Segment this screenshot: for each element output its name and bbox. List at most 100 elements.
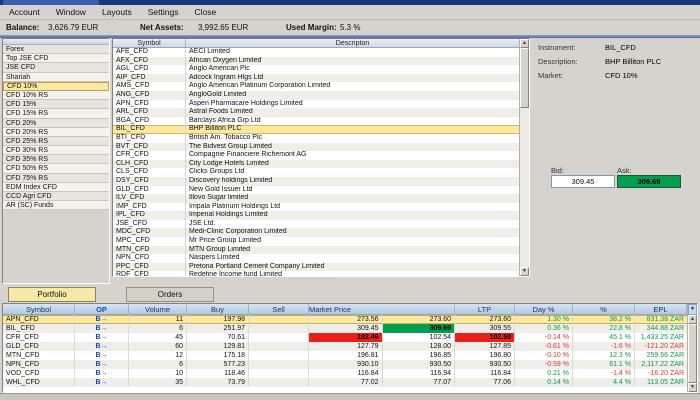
portfolio-column-header-epl[interactable]: EPL xyxy=(635,304,687,314)
instruments-scrollbar[interactable]: ▲ ▼ xyxy=(519,39,529,276)
market-group-ar-sc-funds[interactable]: AR (SC) Funds xyxy=(3,201,109,210)
market-group-cfd-35-rs[interactable]: CFD 35% RS xyxy=(3,155,109,164)
market-group-forex[interactable]: Forex xyxy=(3,45,109,54)
market-group-cfd-10[interactable]: CFD 10% xyxy=(3,82,109,91)
instrument-row-agl-cfd[interactable]: AGL_CFDAnglo American Plc xyxy=(113,65,519,74)
instrument-row-cfr-cfd[interactable]: CFR_CFDCompagnie Financiere Richemont AG xyxy=(113,151,519,160)
bid-price-button[interactable]: 309.45 xyxy=(551,175,615,188)
market-group-cfd-30-rs[interactable]: CFD 30% RS xyxy=(3,146,109,155)
instrument-row-arl-cfd[interactable]: ARL_CFDAstral Foods Limited xyxy=(113,108,519,117)
market-group-cfd-15[interactable]: CFD 15% xyxy=(3,100,109,109)
scrollbar-track[interactable] xyxy=(688,324,697,383)
market-group-cfd-50-rs[interactable]: CFD 50% RS xyxy=(3,164,109,173)
instrument-row-apn-cfd[interactable]: APN_CFDAspen Pharmacare Holdings Limited xyxy=(113,100,519,109)
tab-portfolio[interactable]: Portfolio xyxy=(8,287,96,302)
position-percent: 45.1 % xyxy=(573,333,635,342)
scrollbar-thumb[interactable] xyxy=(688,324,697,383)
position-symbol: APN_CFD xyxy=(3,315,75,324)
scroll-up-button[interactable]: ▲ xyxy=(520,39,529,48)
market-group-edm-index-cfd[interactable]: EDM Index CFD xyxy=(3,183,109,192)
market-price-cell: 309.45309.69 xyxy=(309,324,455,333)
instrument-row-dsy-cfd[interactable]: DSY_CFDDiscovery holdings Limited xyxy=(113,177,519,186)
instrument-description: Naspers Limited xyxy=(186,254,519,263)
portfolio-column-header-day[interactable]: Day % xyxy=(515,304,573,314)
portfolio-row-whl-cfd[interactable]: WHL_CFDB→3573.7977.0277.0777.060.14 %4.4… xyxy=(3,378,687,387)
scrollbar-thumb[interactable] xyxy=(520,48,529,108)
portfolio-column-header-sell[interactable]: Sell xyxy=(249,304,309,314)
portfolio-column-header-volume[interactable]: Volume xyxy=(129,304,187,314)
portfolio-column-header-market-price[interactable]: Market Price xyxy=(309,304,455,314)
portfolio-row-apn-cfd[interactable]: APN_CFDB→11197.98273.56273.60273.601.30 … xyxy=(3,315,687,324)
position-epl: 344.88 ZAR xyxy=(635,324,687,333)
instrument-row-npn-cfd[interactable]: NPN_CFDNaspers Limited xyxy=(113,254,519,263)
instrument-row-gld-cfd[interactable]: GLD_CFDNew Gold Issuer Ltd xyxy=(113,186,519,195)
instrument-row-mtn-cfd[interactable]: MTN_CFDMTN Group Limited xyxy=(113,246,519,255)
column-header-description[interactable]: Descripton xyxy=(186,39,519,47)
instrument-symbol: BGA_CFD xyxy=(113,117,186,126)
instrument-row-bti-cfd[interactable]: BTI_CFDBritish Am. Tobacco Plc xyxy=(113,134,519,143)
portfolio-column-header-ltp[interactable]: LTP xyxy=(455,304,515,314)
instrument-row-ipl-cfd[interactable]: IPL_CFDImperial Holdings Limited xyxy=(113,211,519,220)
portfolio-row-cfr-cfd[interactable]: CFR_CFDB→4570.61102.46102.54102.50-0.14 … xyxy=(3,333,687,342)
column-header-symbol[interactable]: Symbol xyxy=(113,39,186,47)
instrument-row-bil-cfd[interactable]: BIL_CFDBHP Billiton PLC xyxy=(113,125,519,134)
market-group-cfd-20-rs[interactable]: CFD 20% RS xyxy=(3,128,109,137)
market-group-jse-cfd[interactable]: JSE CFD xyxy=(3,63,109,72)
portfolio-row-gld-cfd[interactable]: GLD_CFDB→60129.81127.79128.00127.85-0.61… xyxy=(3,342,687,351)
market-group-cfd-10-rs[interactable]: CFD 10% RS xyxy=(3,91,109,100)
scroll-up-button[interactable]: ▲ xyxy=(688,315,697,324)
portfolio-row-vod-cfd[interactable]: VOD_CFDB→10118.46116.84116.94116.840.21 … xyxy=(3,369,687,378)
scroll-down-button[interactable]: ▼ xyxy=(520,267,529,276)
instrument-row-mpc-cfd[interactable]: MPC_CFDMr Price Group Limited xyxy=(113,237,519,246)
market-price-cell: 102.46102.54 xyxy=(309,333,455,342)
instrument-row-ams-cfd[interactable]: AMS_CFDAnglo American Platinum Corporati… xyxy=(113,82,519,91)
market-bid-price: 196.81 xyxy=(309,351,382,360)
menu-item-account[interactable]: Account xyxy=(9,7,40,17)
market-group-shariah[interactable]: Shariah xyxy=(3,73,109,82)
market-group-cfd-20[interactable]: CFD 20% xyxy=(3,119,109,128)
menu-item-layouts[interactable]: Layouts xyxy=(102,7,132,17)
instrument-row-afx-cfd[interactable]: AFX_CFDAfrican Oxygen Limited xyxy=(113,57,519,66)
portfolio-column-header-buy[interactable]: Buy xyxy=(187,304,249,314)
instrument-symbol: ILV_CFD xyxy=(113,194,186,203)
market-price-cell: 77.0277.07 xyxy=(309,378,455,387)
menu-item-window[interactable]: Window xyxy=(56,7,86,17)
market-group-top-jse-cfd[interactable]: Top JSE CFD xyxy=(3,54,109,63)
instrument-row-jse-cfd[interactable]: JSE_CFDJSE Ltd. xyxy=(113,220,519,229)
instrument-symbol: JSE_CFD xyxy=(113,220,186,229)
instrument-row-mdc-cfd[interactable]: MDC_CFDMedi-Clinic Corporation Limited xyxy=(113,228,519,237)
market-group-cfd-15-rs[interactable]: CFD 15% RS xyxy=(3,109,109,118)
portfolio-row-bil-cfd[interactable]: BIL_CFDB→6251.97309.45309.69309.550.36 %… xyxy=(3,324,687,333)
instrument-row-ang-cfd[interactable]: ANG_CFDAngloGold Limited xyxy=(113,91,519,100)
instrument-symbol: IMP_CFD xyxy=(113,203,186,212)
portfolio-scrollbar[interactable]: ▼ ▲ ▼ xyxy=(687,304,697,392)
instrument-row-ppc-cfd[interactable]: PPC_CFDPretoria Portland Cement Company … xyxy=(113,263,519,272)
position-symbol: CFR_CFD xyxy=(3,333,75,342)
market-group-cfd-75-rs[interactable]: CFD 75% RS xyxy=(3,174,109,183)
instrument-row-bga-cfd[interactable]: BGA_CFDBarclays Africa Grp Ltd xyxy=(113,117,519,126)
scroll-down-button[interactable]: ▼ xyxy=(688,383,697,392)
menu-item-close[interactable]: Close xyxy=(194,7,216,17)
instrument-row-cls-cfd[interactable]: CLS_CFDClicks Groups Ltd xyxy=(113,168,519,177)
op-buy-indicator: B→ xyxy=(75,369,129,378)
used-margin-label: Used Margin: xyxy=(286,23,337,32)
scrollbar-track[interactable] xyxy=(520,48,529,267)
portfolio-column-header-[interactable]: % xyxy=(573,304,635,314)
instrument-row-imp-cfd[interactable]: IMP_CFDImpala Platinum Holdings Ltd xyxy=(113,203,519,212)
instrument-row-afe-cfd[interactable]: AFE_CFDAECI Limited xyxy=(113,48,519,57)
portfolio-row-npn-cfd[interactable]: NPN_CFDB→6577.23930.10930.50930.50-0.59 … xyxy=(3,360,687,369)
instrument-row-clh-cfd[interactable]: CLH_CFDCity Lodge Hotels Limited xyxy=(113,160,519,169)
instrument-row-ilv-cfd[interactable]: ILV_CFDIllovo Sugar limited xyxy=(113,194,519,203)
column-menu-button[interactable]: ▼ xyxy=(688,304,697,315)
ask-price-button[interactable]: 309.69 xyxy=(617,175,681,188)
tab-orders[interactable]: Orders xyxy=(126,287,214,302)
portfolio-column-header-symbol[interactable]: Symbol xyxy=(3,304,75,314)
portfolio-row-mtn-cfd[interactable]: MTN_CFDB→12175.18196.81196.85196.80-0.10… xyxy=(3,351,687,360)
portfolio-column-header-op[interactable]: OP xyxy=(75,304,129,314)
menu-item-settings[interactable]: Settings xyxy=(148,7,179,17)
market-group-cfd-25-rs[interactable]: CFD 25% RS xyxy=(3,137,109,146)
market-group-ccd-agri-cfd[interactable]: CCD Agri CFD xyxy=(3,192,109,201)
instrument-row-rdf-cfd[interactable]: RDF_CFDRedefine Income fund Limited xyxy=(113,271,519,276)
instrument-row-bvt-cfd[interactable]: BVT_CFDThe Bidvest Group Limited xyxy=(113,143,519,152)
instrument-row-aip-cfd[interactable]: AIP_CFDAdcock Ingram Hlgs Ltd xyxy=(113,74,519,83)
